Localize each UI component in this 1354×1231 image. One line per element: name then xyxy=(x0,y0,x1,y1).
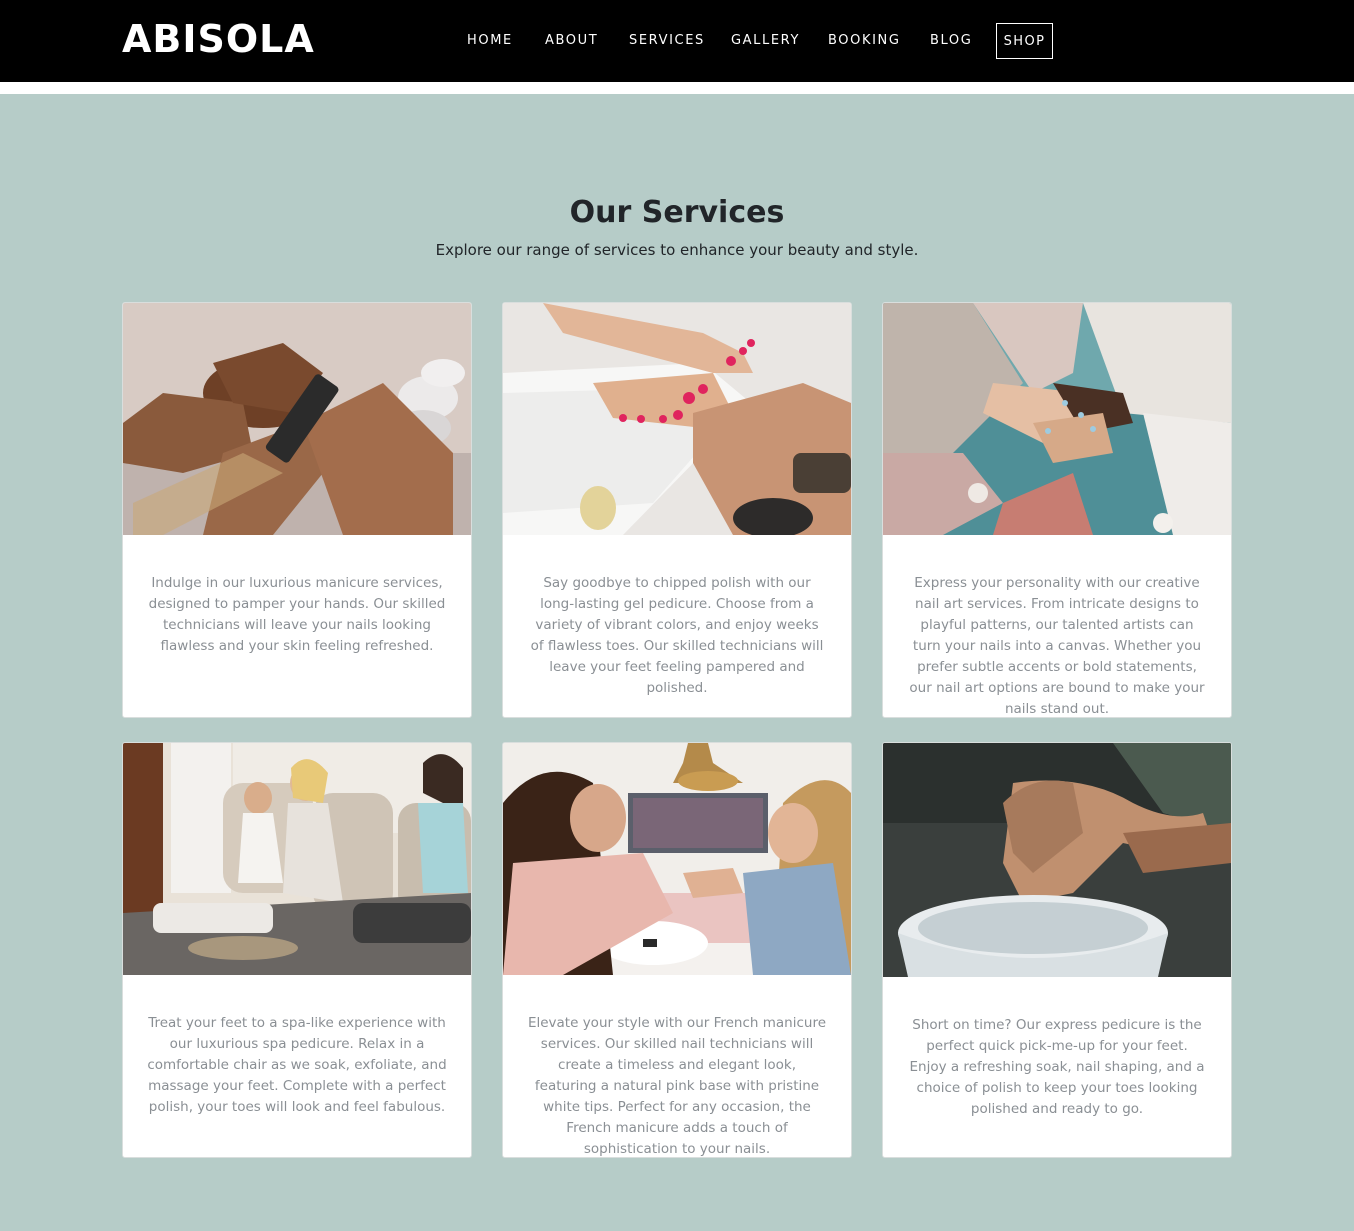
french-manicure-photo xyxy=(503,743,851,975)
section-subtitle: Explore our range of services to enhance… xyxy=(435,241,919,259)
manicure-image xyxy=(123,303,471,535)
service-description: Express your personality with our creati… xyxy=(909,575,1205,717)
nav-blog-link[interactable]: BLOG xyxy=(930,32,972,50)
nav-services-link[interactable]: SERVICES xyxy=(629,32,705,50)
service-description: Treat your feet to a spa-like experience… xyxy=(147,1015,447,1115)
spa-pedicure-photo xyxy=(123,743,471,975)
section-title: Our Services xyxy=(569,195,785,230)
spa-pedicure-image xyxy=(123,743,471,975)
service-card-express-pedicure: Short on time? Our express pedicure is t… xyxy=(882,742,1232,1158)
service-card-french-manicure: Elevate your style with our French manic… xyxy=(502,742,852,1158)
nail-art-image xyxy=(883,303,1231,535)
services-section: Our Services Explore our range of servic… xyxy=(0,94,1354,1231)
express-pedicure-image xyxy=(883,743,1231,977)
service-card-gel-pedicure: Say goodbye to chipped polish with our l… xyxy=(502,302,852,718)
site-header: ABISOLA HOME ABOUT SERVICES GALLERY BOOK… xyxy=(0,0,1354,82)
manicure-photo xyxy=(123,303,471,535)
nav-shop-button[interactable]: SHOP xyxy=(996,23,1053,59)
nav-about-link[interactable]: ABOUT xyxy=(545,32,598,50)
service-card-nail-art: Express your personality with our creati… xyxy=(882,302,1232,718)
express-pedicure-photo xyxy=(883,743,1231,977)
nav-booking-link[interactable]: BOOKING xyxy=(828,32,901,50)
service-description: Short on time? Our express pedicure is t… xyxy=(909,1017,1205,1117)
service-description: Elevate your style with our French manic… xyxy=(527,1015,827,1157)
service-description: Indulge in our luxurious manicure servic… xyxy=(148,575,446,654)
nav-gallery-link[interactable]: GALLERY xyxy=(731,32,800,50)
brand-logo[interactable]: ABISOLA xyxy=(122,16,315,62)
service-card-manicure: Indulge in our luxurious manicure servic… xyxy=(122,302,472,718)
nail-art-hands-photo xyxy=(883,303,1231,535)
gel-pedicure-photo xyxy=(503,303,851,535)
gel-pedicure-image xyxy=(503,303,851,535)
service-card-spa-pedicure: Treat your feet to a spa-like experience… xyxy=(122,742,472,1158)
nav-home-link[interactable]: HOME xyxy=(467,32,513,50)
french-manicure-image xyxy=(503,743,851,975)
service-description: Say goodbye to chipped polish with our l… xyxy=(530,575,824,696)
